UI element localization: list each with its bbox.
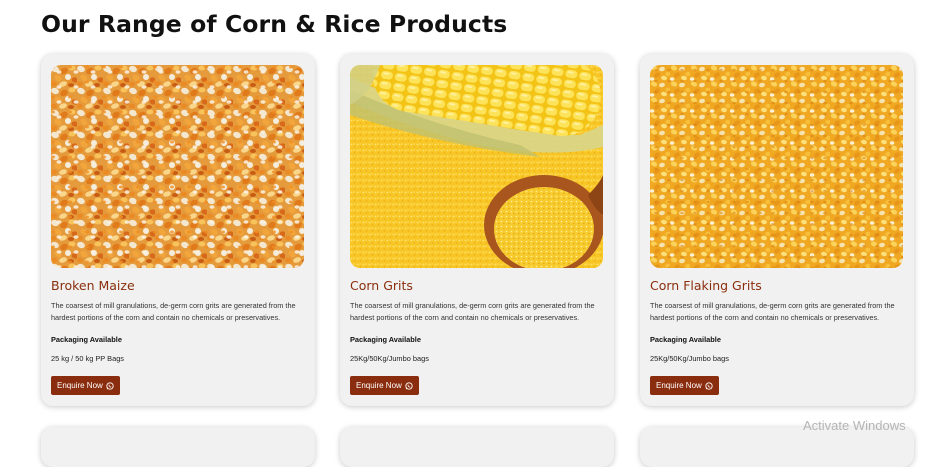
product-card-next-row (640, 427, 914, 467)
product-description: The coarsest of mill granulations, de-ge… (650, 301, 895, 323)
product-card-corn-grits: Corn Grits The coarsest of mill granulat… (340, 54, 614, 406)
packaging-label: Packaging Available (51, 335, 122, 344)
product-card-next-row (41, 427, 315, 467)
packaging-value: 25Kg/50Kg/Jumbo bags (650, 354, 729, 363)
product-card-broken-maize: Broken Maize The coarsest of mill granul… (41, 54, 315, 406)
enquire-now-button[interactable]: Enquire Now (51, 376, 120, 395)
product-card-corn-flaking-grits: Corn Flaking Grits The coarsest of mill … (640, 54, 914, 406)
packaging-label: Packaging Available (650, 335, 721, 344)
packaging-label: Packaging Available (350, 335, 421, 344)
whatsapp-icon (106, 381, 114, 390)
product-image-broken-maize (51, 65, 304, 268)
product-title: Broken Maize (51, 278, 135, 293)
enquire-now-button[interactable]: Enquire Now (350, 376, 419, 395)
packaging-value: 25 kg / 50 kg PP Bags (51, 354, 124, 363)
product-title: Corn Flaking Grits (650, 278, 762, 293)
button-label: Enquire Now (356, 381, 402, 390)
product-description: The coarsest of mill granulations, de-ge… (350, 301, 595, 323)
product-image-corn-grits (350, 65, 603, 268)
whatsapp-icon (705, 381, 713, 390)
product-description: The coarsest of mill granulations, de-ge… (51, 301, 296, 323)
activate-windows-watermark: Activate Windows (803, 418, 906, 433)
whatsapp-icon (405, 381, 413, 390)
product-image-corn-flaking-grits (650, 65, 903, 268)
packaging-value: 25Kg/50Kg/Jumbo bags (350, 354, 429, 363)
product-card-next-row (340, 427, 614, 467)
button-label: Enquire Now (656, 381, 702, 390)
enquire-now-button[interactable]: Enquire Now (650, 376, 719, 395)
page-title: Our Range of Corn & Rice Products (41, 10, 508, 38)
button-label: Enquire Now (57, 381, 103, 390)
product-title: Corn Grits (350, 278, 413, 293)
